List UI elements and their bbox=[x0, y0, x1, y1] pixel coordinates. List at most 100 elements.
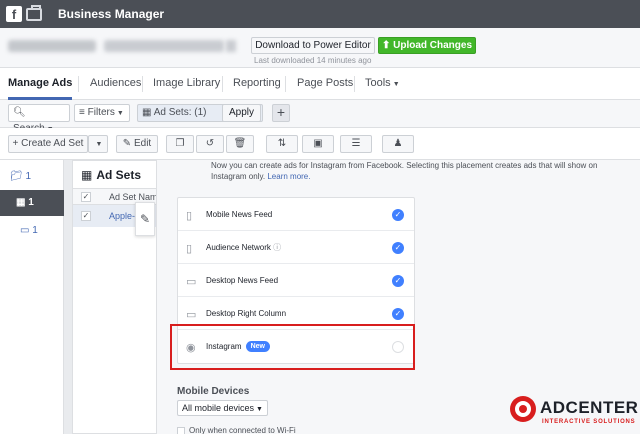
adset-count: 1 bbox=[28, 197, 34, 208]
desktop-icon: ▭ bbox=[186, 309, 197, 321]
tree-item-adset[interactable]: ▦ 1 bbox=[0, 190, 64, 216]
adsets-filter-label: Ad Sets: (1) bbox=[153, 107, 207, 118]
instagram-intro-text: Now you can create ads for Instagram fro… bbox=[211, 160, 611, 182]
caret-down-icon: ▼ bbox=[116, 110, 124, 117]
adsets-title: ▦ Ad Sets bbox=[73, 161, 157, 189]
watermark-tagline: INTERACTIVE SOLUTIONS bbox=[542, 419, 636, 425]
tools-label: Tools bbox=[365, 77, 391, 89]
caret-down-icon: ▼ bbox=[256, 406, 263, 413]
grid-icon: ▦ bbox=[81, 168, 93, 182]
placement-label: Audience Network ⓘ bbox=[206, 231, 281, 264]
wifi-option[interactable]: Only when connected to Wi-Fi bbox=[177, 426, 296, 434]
checkmark-icon[interactable]: ✓ bbox=[392, 209, 404, 221]
create-label: Create Ad Set bbox=[21, 138, 84, 149]
download-button[interactable]: Download to Power Editor bbox=[251, 37, 375, 54]
tab-image-library[interactable]: Image Library bbox=[153, 68, 220, 100]
tab-divider bbox=[285, 76, 286, 92]
upload-label: Upload Changes bbox=[393, 40, 473, 51]
info-icon[interactable]: ⓘ bbox=[273, 243, 281, 252]
grid-icon: ▦ bbox=[142, 107, 152, 118]
tab-manage-ads[interactable]: Manage Ads bbox=[8, 68, 73, 100]
preview-icon: ▣ bbox=[313, 138, 323, 149]
mobile-devices-dropdown[interactable]: All mobile devices ▼ bbox=[177, 400, 268, 416]
adcenter-logo-icon bbox=[510, 396, 536, 422]
tree-item-campaign[interactable]: 📁︎ 1 bbox=[0, 164, 64, 190]
filters-label: Filters bbox=[87, 107, 115, 118]
desktop-icon: ▭ bbox=[186, 276, 197, 288]
add-person-button[interactable]: ♟ bbox=[382, 135, 414, 153]
grid-icon: ▦ bbox=[16, 197, 26, 208]
main-nav: Manage Ads Audiences Image Library Repor… bbox=[0, 68, 640, 100]
wifi-label: Only when connected to Wi-Fi bbox=[189, 426, 296, 434]
campaign-tree: 📁︎ 1 ▦ 1 ▭ 1 bbox=[0, 160, 64, 434]
mobile-dropdown-value: All mobile devices bbox=[182, 403, 255, 413]
search-icon: 🔍︎ bbox=[13, 107, 26, 118]
search-dropdown[interactable]: 🔍︎ Search▼ bbox=[8, 104, 70, 134]
account-chevron-redacted[interactable] bbox=[226, 40, 236, 52]
notes-button[interactable]: ☰ bbox=[340, 135, 372, 153]
app-title: Business Manager bbox=[58, 7, 165, 21]
duplicate-button[interactable]: ❐ bbox=[166, 135, 194, 153]
plus-icon: + bbox=[12, 138, 19, 149]
tab-divider bbox=[78, 76, 79, 92]
tab-tools[interactable]: Tools ▼ bbox=[365, 68, 400, 100]
duplicate-icon: ❐ bbox=[175, 138, 185, 149]
caret-down-icon: ▼ bbox=[392, 81, 400, 88]
checkmark-icon[interactable]: ✓ bbox=[392, 275, 404, 287]
mobile-devices-heading: Mobile Devices bbox=[177, 386, 250, 397]
upload-changes-button[interactable]: ⬆ Upload Changes bbox=[378, 37, 476, 54]
briefcase-icon[interactable] bbox=[26, 4, 42, 21]
placement-audience-network[interactable]: ▯ Audience Network ⓘ ✓ bbox=[178, 231, 414, 264]
tab-reporting[interactable]: Reporting bbox=[233, 68, 281, 100]
tab-page-posts[interactable]: Page Posts bbox=[297, 68, 353, 100]
undo-button[interactable]: ↺ bbox=[196, 135, 224, 153]
notes-icon: ☰ bbox=[351, 138, 361, 149]
tab-audiences[interactable]: Audiences bbox=[90, 68, 141, 100]
select-all-checkbox[interactable]: ✓ bbox=[81, 192, 91, 202]
adcenter-watermark: ADCENTER INTERACTIVE SOLUTIONS bbox=[506, 390, 639, 430]
tree-item-ad[interactable]: ▭ 1 bbox=[0, 218, 64, 244]
placement-label-text: Audience Network bbox=[206, 243, 271, 252]
watermark-brand: ADCENTER bbox=[540, 398, 639, 417]
checkmark-icon[interactable]: ✓ bbox=[392, 242, 404, 254]
tab-divider bbox=[142, 76, 143, 92]
instagram-highlight-box bbox=[170, 324, 415, 370]
placement-label: Mobile News Feed bbox=[206, 210, 273, 219]
placement-mobile-news-feed[interactable]: ▯ Mobile News Feed ✓ bbox=[178, 198, 414, 231]
wifi-checkbox[interactable] bbox=[177, 426, 185, 434]
audience-network-icon: ▯ bbox=[186, 243, 193, 255]
edit-panel-pencil-icon[interactable]: ✎ bbox=[135, 202, 155, 236]
edit-button[interactable]: ✎ Edit bbox=[116, 135, 158, 153]
placement-label: Desktop News Feed bbox=[206, 276, 279, 285]
top-bar: f Business Manager bbox=[0, 0, 640, 28]
last-downloaded-text: Last downloaded 14 minutes ago bbox=[254, 56, 372, 65]
apply-button[interactable]: Apply bbox=[222, 104, 262, 122]
tab-divider bbox=[354, 76, 355, 92]
learn-more-link[interactable]: Learn more. bbox=[267, 172, 310, 181]
preview-button[interactable]: ▣ bbox=[302, 135, 334, 153]
facebook-logo-icon[interactable]: f bbox=[6, 6, 22, 22]
checkmark-icon[interactable]: ✓ bbox=[392, 308, 404, 320]
create-dropdown-button[interactable]: ▼ bbox=[88, 135, 108, 153]
delete-button[interactable]: 🗑︎ bbox=[226, 135, 254, 153]
action-toolbar: + Create Ad Set ▼ ✎ Edit ❐ ↺ 🗑︎ ⇅ ▣ ☰ ♟ bbox=[0, 128, 640, 160]
account-bar: Download to Power Editor ⬆ Upload Change… bbox=[0, 28, 640, 68]
monitor-icon: ▭ bbox=[20, 225, 30, 236]
add-person-icon: ♟ bbox=[393, 138, 403, 149]
create-ad-set-button[interactable]: + Create Ad Set bbox=[8, 135, 88, 153]
filters-dropdown[interactable]: ≡ Filters ▼ bbox=[74, 104, 130, 122]
adsets-title-text: Ad Sets bbox=[96, 168, 142, 182]
add-filter-button[interactable]: + bbox=[272, 104, 290, 122]
account-selector-redacted[interactable] bbox=[104, 40, 224, 52]
row-checkbox[interactable]: ✓ bbox=[81, 211, 91, 221]
filter-bar: 🔍︎ Search▼ ≡ Filters▼ ▦ Ad Sets: (1) App… bbox=[0, 100, 640, 134]
pencil-icon: ✎ bbox=[122, 138, 132, 149]
tab-divider bbox=[222, 76, 223, 92]
split-button[interactable]: ⇅ bbox=[266, 135, 298, 153]
placement-desktop-news-feed[interactable]: ▭ Desktop News Feed ✓ bbox=[178, 264, 414, 297]
up-arrow-icon: ⬆ bbox=[381, 40, 391, 51]
caret-down-icon: ▼ bbox=[95, 141, 103, 148]
account-name-redacted[interactable] bbox=[8, 40, 96, 52]
edit-label: Edit bbox=[133, 138, 152, 149]
split-icon: ⇅ bbox=[277, 138, 287, 149]
